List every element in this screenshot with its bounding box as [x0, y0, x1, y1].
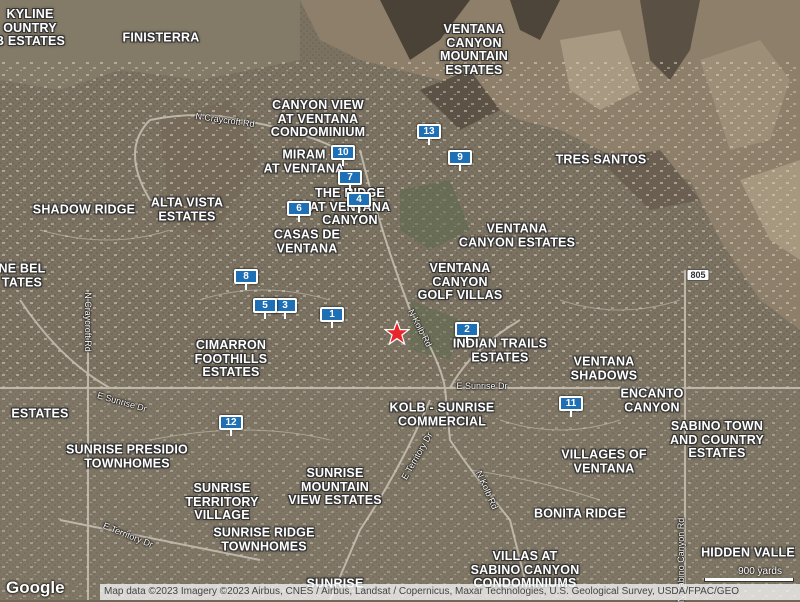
map-marker-8[interactable]: 8 [232, 269, 260, 291]
marker-pin-stem [428, 139, 430, 145]
marker-number: 4 [347, 192, 371, 207]
map-marker-11[interactable]: 11 [557, 396, 585, 418]
scale-ruler [704, 578, 794, 582]
villages-of-ventana-label: VILLAGES OF VENTANA [561, 447, 647, 475]
sunrise-ridge-townhomes-label: SUNRISE RIDGE TOWNHOMES [213, 525, 315, 553]
marker-pin-stem [358, 207, 360, 213]
sunrise-mountain-view-estates-label: SUNRISE MOUNTAIN VIEW ESTATES [288, 465, 382, 507]
map-marker-2[interactable]: 2 [453, 322, 481, 344]
sunrise-presidio-townhomes-label: SUNRISE PRESIDIO TOWNHOMES [66, 442, 188, 470]
marker-pin-stem [245, 284, 247, 290]
map-marker-6[interactable]: 6 [285, 201, 313, 223]
map-attribution: Map data ©2023 Imagery ©2023 Airbus, CNE… [100, 584, 800, 600]
ventana-canyon-estates-label: VENTANA CANYON ESTATES [458, 221, 576, 249]
skyline-country-club-estates-label: KYLINE OUNTRY B ESTATES [0, 6, 66, 48]
marker-pin-stem [230, 430, 232, 436]
red-star-icon[interactable] [384, 320, 410, 346]
marker-pin-stem [264, 313, 266, 319]
alta-vista-estates-label: ALTA VISTA ESTATES [150, 195, 224, 223]
tres-santos-label: TRES SANTOS [555, 152, 647, 167]
marker-pin-stem [459, 165, 461, 171]
map-marker-5[interactable]: 5 [251, 298, 279, 320]
marker-pin-stem [570, 411, 572, 417]
marker-number: 2 [455, 322, 479, 337]
satellite-map[interactable] [0, 0, 800, 600]
bel-estates-label: NE BEL TATES [0, 261, 46, 289]
scale-label: 900 yards [738, 566, 782, 577]
encanto-canyon-label: ENCANTO CANYON [620, 386, 684, 414]
finisterra-label: FINISTERRA [122, 30, 200, 45]
canyon-view-label: CANYON VIEW AT VENTANA CONDOMINIUM [270, 97, 366, 139]
marker-number: 7 [338, 170, 362, 185]
marker-pin-stem [466, 337, 468, 343]
estates-left-label: ESTATES [11, 406, 69, 421]
marker-number: 5 [253, 298, 277, 313]
sabino-town-and-country-label: SABINO TOWN AND COUNTRY ESTATES [669, 418, 765, 460]
google-logo[interactable]: Google [6, 578, 65, 598]
marker-pin-stem [342, 160, 344, 166]
highway-805-shield: 805 [686, 269, 710, 281]
kolb-sunrise-commercial-label: KOLB - SUNRISE COMMERCIAL [389, 400, 495, 428]
ventana-canyon-golf-villas-label: VENTANA CANYON GOLF VILLAS [417, 260, 503, 302]
map-marker-10[interactable]: 10 [329, 145, 357, 167]
shadow-ridge-label: SHADOW RIDGE [32, 202, 136, 217]
marker-number: 1 [320, 307, 344, 322]
marker-number: 6 [287, 201, 311, 216]
marker-number: 8 [234, 269, 258, 284]
map-marker-9[interactable]: 9 [446, 150, 474, 172]
bonita-ridge-label: BONITA RIDGE [534, 506, 626, 521]
map-marker-12[interactable]: 12 [217, 415, 245, 437]
craycroft-road-label-left: N Craycroft Rd [83, 292, 93, 352]
marker-pin-stem [298, 216, 300, 222]
ventana-canyon-mountain-estates-label: VENTANA CANYON MOUNTAIN ESTATES [439, 22, 509, 77]
sunrise-territory-village-label: SUNRISE TERRITORY VILLAGE [185, 480, 259, 522]
map-marker-1[interactable]: 1 [318, 307, 346, 329]
hidden-valley-label: HIDDEN VALLE [701, 545, 795, 560]
casas-de-ventana-label: CASAS DE VENTANA [273, 227, 341, 255]
cimarron-foothills-estates-label: CIMARRON FOOTHILLS ESTATES [194, 337, 268, 379]
marker-number: 9 [448, 150, 472, 165]
marker-number: 11 [559, 396, 583, 411]
ventana-shadows-label: VENTANA SHADOWS [570, 354, 638, 382]
map-marker-13[interactable]: 13 [415, 124, 443, 146]
marker-number: 10 [331, 145, 355, 160]
marker-number: 13 [417, 124, 441, 139]
map-marker-7[interactable]: 7 [336, 170, 364, 192]
marker-number: 12 [219, 415, 243, 430]
marker-pin-stem [331, 322, 333, 328]
marker-pin-stem [349, 185, 351, 191]
sunrise-drive-label-right: E Sunrise Dr [456, 381, 508, 391]
map-marker-4[interactable]: 4 [345, 192, 373, 214]
marker-pin-stem [284, 313, 286, 319]
scale-bar[interactable]: 900 yards [702, 566, 796, 584]
